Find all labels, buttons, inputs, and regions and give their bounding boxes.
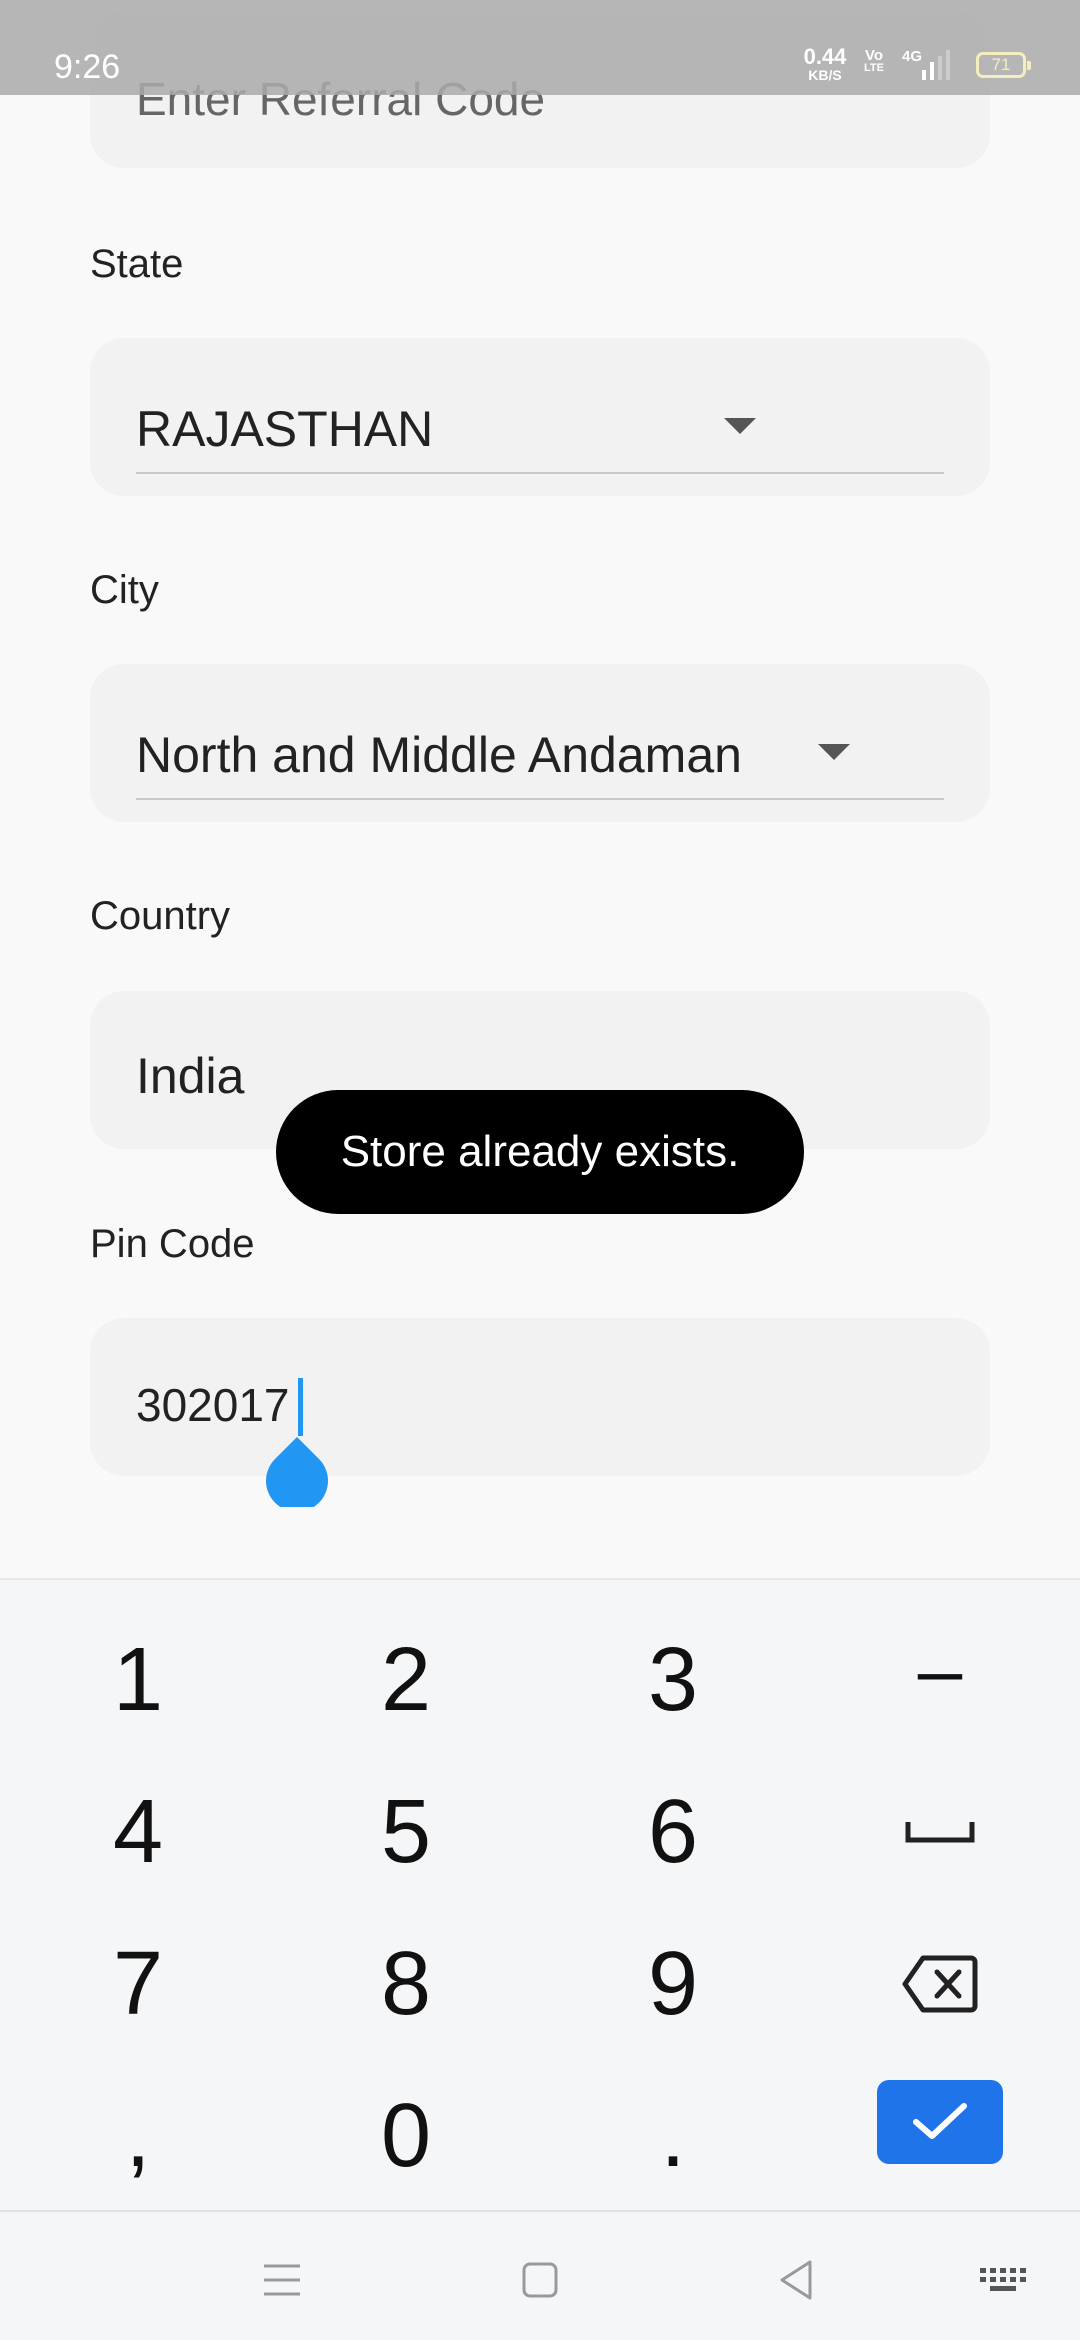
state-label: State	[90, 242, 184, 286]
volte-bottom: LTE	[864, 62, 884, 74]
key-2[interactable]: 2	[306, 1610, 506, 1750]
menu-icon[interactable]	[260, 2258, 304, 2302]
key-0[interactable]: 0	[306, 2066, 506, 2206]
space-icon	[905, 1822, 975, 1843]
key-dash[interactable]: –	[840, 1600, 1040, 1740]
pin-code-label: Pin Code	[90, 1222, 255, 1266]
key-5[interactable]: 5	[306, 1762, 506, 1902]
back-triangle-icon[interactable]	[774, 2258, 818, 2302]
city-dropdown[interactable]: North and Middle Andaman	[90, 664, 990, 822]
key-6[interactable]: 6	[573, 1762, 773, 1902]
toast-text: Store already exists.	[340, 1127, 740, 1176]
key-4[interactable]: 4	[38, 1762, 238, 1902]
state-dropdown[interactable]: RAJASTHAN	[90, 338, 990, 496]
key-1[interactable]: 1	[38, 1610, 238, 1750]
key-3[interactable]: 3	[573, 1610, 773, 1750]
backspace-key[interactable]	[840, 1914, 1040, 2054]
state-selected-value: RAJASTHAN	[136, 401, 434, 457]
pin-code-input[interactable]: 302017	[136, 1378, 290, 1432]
key-8[interactable]: 8	[306, 1914, 506, 2054]
keyboard-icon[interactable]	[978, 2258, 1028, 2302]
network-speed: 0.44 KB/S	[800, 44, 850, 83]
key-comma[interactable]: ,	[38, 2066, 238, 2206]
volte-top: Vo	[864, 47, 884, 64]
state-underline	[136, 472, 944, 474]
battery-level: 71	[991, 55, 1011, 74]
space-key[interactable]	[840, 1762, 1040, 1902]
home-square-icon[interactable]	[518, 2258, 562, 2302]
network-speed-value: 0.44	[803, 44, 847, 69]
signal-icon: 4G	[900, 48, 964, 82]
key-9[interactable]: 9	[573, 1914, 773, 2054]
status-bar: 9:26 0.44 KB/S Vo LTE 4G 71	[0, 0, 1080, 95]
backspace-icon	[902, 1955, 978, 2013]
chevron-down-icon	[724, 418, 756, 434]
done-button[interactable]	[877, 2080, 1003, 2164]
toast-message: Store already exists.	[276, 1090, 804, 1214]
country-label: Country	[90, 894, 231, 938]
network-speed-unit: KB/S	[808, 67, 842, 83]
cursor-handle-icon[interactable]	[264, 1437, 330, 1507]
volte-icon: Vo LTE	[862, 48, 886, 74]
battery-icon: 71	[976, 52, 1031, 78]
city-underline	[136, 798, 944, 800]
pin-code-field[interactable]: 302017	[90, 1318, 990, 1476]
country-value: India	[136, 1048, 245, 1104]
city-selected-value: North and Middle Andaman	[136, 727, 742, 783]
text-cursor	[298, 1378, 303, 1436]
key-period[interactable]: .	[573, 2066, 773, 2206]
key-7[interactable]: 7	[38, 1914, 238, 2054]
city-label: City	[90, 568, 159, 612]
status-time: 9:26	[54, 48, 121, 86]
chevron-down-icon	[818, 744, 850, 760]
check-icon	[913, 2103, 967, 2139]
